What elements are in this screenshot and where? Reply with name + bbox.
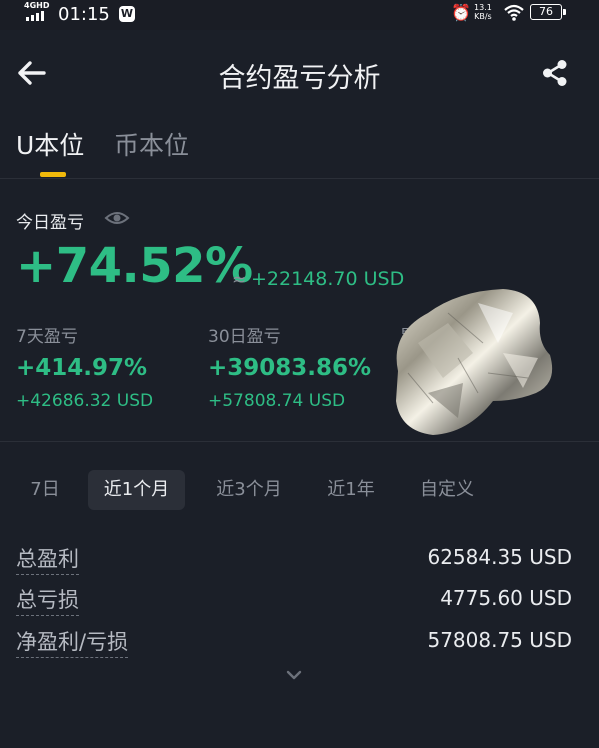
network-speed: 13.1 KB/s bbox=[474, 3, 492, 21]
stat-30d-label: 30日盈亏 bbox=[208, 327, 281, 347]
active-tab-indicator bbox=[40, 172, 66, 177]
range-3m[interactable]: 近3个月 bbox=[200, 470, 298, 510]
network-type: 4GHD bbox=[24, 1, 50, 10]
range-custom[interactable]: 自定义 bbox=[405, 470, 489, 510]
speed-unit: KB/s bbox=[474, 12, 492, 21]
total-profit-label[interactable]: 总盈利 bbox=[16, 543, 79, 575]
stat-7d-usd: +42686.32 USD bbox=[16, 391, 154, 411]
total-loss-label[interactable]: 总亏损 bbox=[16, 584, 79, 616]
tab-coin-margined[interactable]: 币本位 bbox=[114, 126, 189, 162]
summary-row: 总盈利 62584.35 USD bbox=[0, 543, 599, 583]
foil-sticker-image bbox=[396, 289, 553, 435]
range-1y[interactable]: 近1年 bbox=[313, 470, 389, 510]
summary-row: 净盈利/亏损 57808.75 USD bbox=[0, 626, 599, 666]
wifi-icon bbox=[504, 4, 524, 21]
app-header: 合约盈亏分析 bbox=[0, 30, 599, 116]
section-divider bbox=[0, 441, 599, 442]
stat-30d-percent: +39083.86% bbox=[208, 355, 372, 381]
approx-sign: ≈ bbox=[232, 270, 247, 290]
page-title: 合约盈亏分析 bbox=[218, 63, 381, 94]
app-notification-icon: W bbox=[119, 6, 135, 22]
net-pnl-label[interactable]: 净盈利/亏损 bbox=[16, 626, 129, 658]
alarm-icon: ⏰ bbox=[451, 3, 471, 22]
stat-7d-label: 7天盈亏 bbox=[16, 327, 78, 347]
stat-7d-percent: +414.97% bbox=[16, 355, 148, 381]
summary-row: 总亏损 4775.60 USD bbox=[0, 584, 599, 624]
margin-type-tabs: U本位 币本位 bbox=[0, 122, 599, 179]
stat-30d-usd: +57808.74 USD bbox=[208, 391, 346, 411]
total-profit-value: 62584.35 USD bbox=[427, 545, 572, 569]
range-7d[interactable]: 7日 bbox=[20, 470, 70, 510]
signal-icon bbox=[26, 11, 50, 21]
speed-value: 13.1 bbox=[474, 3, 492, 12]
tab-usdt-margined[interactable]: U本位 bbox=[16, 126, 84, 162]
today-pnl-percent: +74.52% bbox=[16, 238, 253, 294]
chevron-down-icon[interactable] bbox=[285, 668, 303, 682]
eye-icon[interactable] bbox=[104, 208, 130, 228]
today-pnl-label: 今日盈亏 bbox=[16, 213, 84, 233]
status-bar: 4GHD 01:15 W ⏰ 13.1 KB/s 76 bbox=[0, 0, 599, 30]
clock: 01:15 bbox=[58, 4, 110, 25]
range-1m[interactable]: 近1个月 bbox=[88, 470, 185, 510]
today-pnl-usd: +22148.70 USD bbox=[251, 268, 405, 290]
share-icon[interactable] bbox=[540, 58, 570, 88]
net-pnl-value: 57808.75 USD bbox=[427, 628, 572, 652]
battery-icon: 76 bbox=[530, 4, 566, 20]
time-range-tabs: 7日 近1个月 近3个月 近1年 自定义 bbox=[0, 470, 599, 512]
total-loss-value: 4775.60 USD bbox=[440, 586, 572, 610]
